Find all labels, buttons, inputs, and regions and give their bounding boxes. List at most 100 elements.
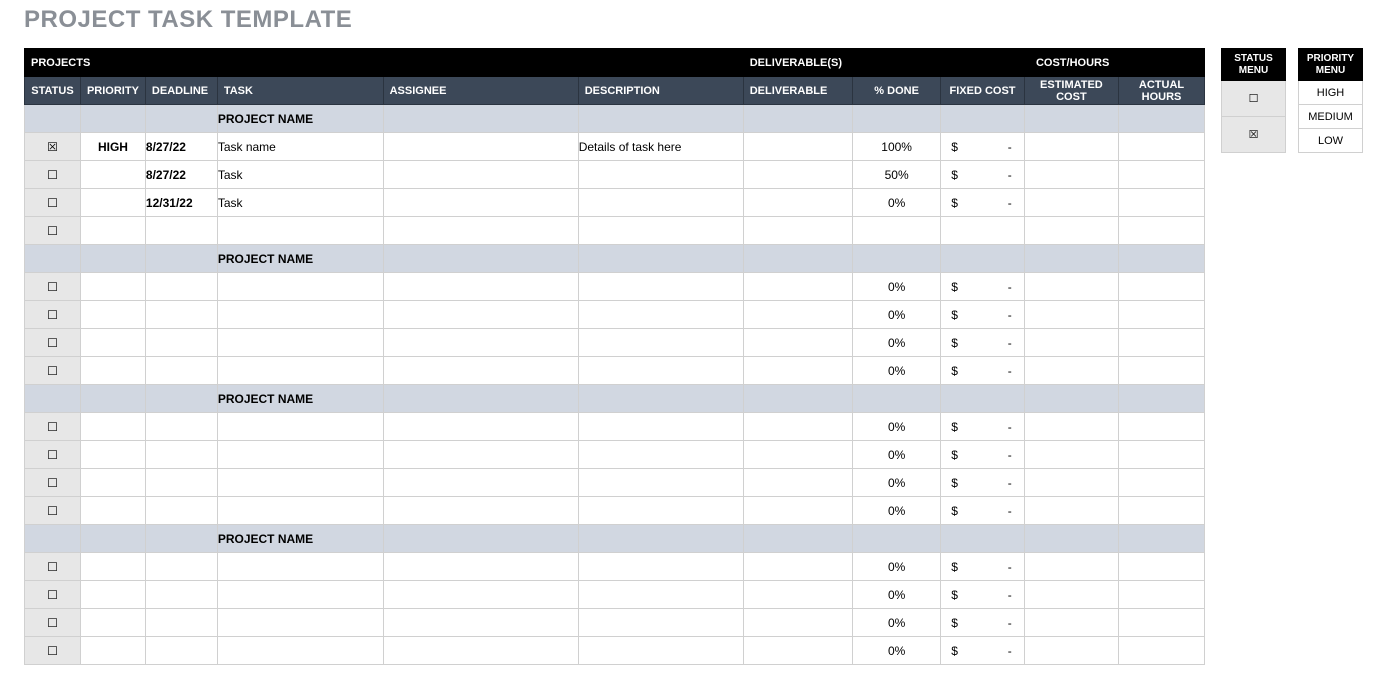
- deliverable-cell[interactable]: [743, 357, 852, 385]
- deadline-cell[interactable]: [145, 553, 217, 581]
- status-menu-item[interactable]: ☒: [1222, 117, 1286, 153]
- task-cell[interactable]: [217, 357, 383, 385]
- estimated-cost-cell[interactable]: [1024, 189, 1118, 217]
- status-checkbox[interactable]: ☒: [25, 133, 81, 161]
- description-cell[interactable]: [578, 413, 743, 441]
- assignee-cell[interactable]: [383, 189, 578, 217]
- priority-menu-item[interactable]: LOW: [1299, 129, 1363, 153]
- status-checkbox[interactable]: ☐: [25, 301, 81, 329]
- fixed-cost-cell[interactable]: $-: [941, 357, 1025, 385]
- deadline-cell[interactable]: [145, 441, 217, 469]
- task-cell[interactable]: [217, 609, 383, 637]
- percent-done-cell[interactable]: 0%: [852, 497, 940, 525]
- status-checkbox[interactable]: ☐: [25, 581, 81, 609]
- estimated-cost-cell[interactable]: [1024, 413, 1118, 441]
- fixed-cost-cell[interactable]: $-: [941, 637, 1025, 665]
- description-cell[interactable]: [578, 581, 743, 609]
- description-cell[interactable]: [578, 553, 743, 581]
- status-checkbox[interactable]: ☐: [25, 273, 81, 301]
- estimated-cost-cell[interactable]: [1024, 301, 1118, 329]
- assignee-cell[interactable]: [383, 637, 578, 665]
- priority-cell[interactable]: [80, 441, 145, 469]
- assignee-cell[interactable]: [383, 301, 578, 329]
- actual-hours-cell[interactable]: [1119, 469, 1205, 497]
- deadline-cell[interactable]: [145, 217, 217, 245]
- task-cell[interactable]: [217, 581, 383, 609]
- deadline-cell[interactable]: [145, 497, 217, 525]
- task-cell[interactable]: Task: [217, 161, 383, 189]
- fixed-cost-cell[interactable]: $-: [941, 413, 1025, 441]
- description-cell[interactable]: [578, 469, 743, 497]
- actual-hours-cell[interactable]: [1119, 133, 1205, 161]
- priority-cell[interactable]: [80, 497, 145, 525]
- description-cell[interactable]: [578, 189, 743, 217]
- assignee-cell[interactable]: [383, 273, 578, 301]
- estimated-cost-cell[interactable]: [1024, 637, 1118, 665]
- fixed-cost-cell[interactable]: [941, 217, 1025, 245]
- status-menu-item[interactable]: ☐: [1222, 81, 1286, 117]
- deadline-cell[interactable]: 12/31/22: [145, 189, 217, 217]
- percent-done-cell[interactable]: 0%: [852, 413, 940, 441]
- deadline-cell[interactable]: [145, 581, 217, 609]
- percent-done-cell[interactable]: 0%: [852, 329, 940, 357]
- priority-cell[interactable]: [80, 217, 145, 245]
- status-checkbox[interactable]: ☐: [25, 189, 81, 217]
- status-checkbox[interactable]: ☐: [25, 357, 81, 385]
- description-cell[interactable]: [578, 217, 743, 245]
- deliverable-cell[interactable]: [743, 497, 852, 525]
- description-cell[interactable]: [578, 609, 743, 637]
- priority-cell[interactable]: [80, 637, 145, 665]
- priority-cell[interactable]: [80, 273, 145, 301]
- priority-cell[interactable]: [80, 609, 145, 637]
- task-cell[interactable]: [217, 413, 383, 441]
- status-checkbox[interactable]: ☐: [25, 217, 81, 245]
- estimated-cost-cell[interactable]: [1024, 161, 1118, 189]
- actual-hours-cell[interactable]: [1119, 217, 1205, 245]
- fixed-cost-cell[interactable]: $-: [941, 273, 1025, 301]
- description-cell[interactable]: [578, 301, 743, 329]
- fixed-cost-cell[interactable]: $-: [941, 189, 1025, 217]
- deliverable-cell[interactable]: [743, 441, 852, 469]
- project-name-label[interactable]: PROJECT NAME: [217, 525, 383, 553]
- priority-cell[interactable]: HIGH: [80, 133, 145, 161]
- assignee-cell[interactable]: [383, 441, 578, 469]
- estimated-cost-cell[interactable]: [1024, 497, 1118, 525]
- priority-cell[interactable]: [80, 357, 145, 385]
- task-cell[interactable]: [217, 441, 383, 469]
- deadline-cell[interactable]: 8/27/22: [145, 133, 217, 161]
- actual-hours-cell[interactable]: [1119, 301, 1205, 329]
- deadline-cell[interactable]: [145, 357, 217, 385]
- project-name-label[interactable]: PROJECT NAME: [217, 385, 383, 413]
- priority-menu-item[interactable]: HIGH: [1299, 81, 1363, 105]
- assignee-cell[interactable]: [383, 553, 578, 581]
- assignee-cell[interactable]: [383, 469, 578, 497]
- percent-done-cell[interactable]: 0%: [852, 441, 940, 469]
- status-checkbox[interactable]: ☐: [25, 413, 81, 441]
- estimated-cost-cell[interactable]: [1024, 217, 1118, 245]
- deliverable-cell[interactable]: [743, 161, 852, 189]
- assignee-cell[interactable]: [383, 609, 578, 637]
- deliverable-cell[interactable]: [743, 413, 852, 441]
- description-cell[interactable]: [578, 637, 743, 665]
- deadline-cell[interactable]: [145, 609, 217, 637]
- actual-hours-cell[interactable]: [1119, 553, 1205, 581]
- status-checkbox[interactable]: ☐: [25, 497, 81, 525]
- deliverable-cell[interactable]: [743, 189, 852, 217]
- description-cell[interactable]: Details of task here: [578, 133, 743, 161]
- deliverable-cell[interactable]: [743, 581, 852, 609]
- priority-cell[interactable]: [80, 189, 145, 217]
- deadline-cell[interactable]: [145, 637, 217, 665]
- task-cell[interactable]: [217, 469, 383, 497]
- priority-cell[interactable]: [80, 301, 145, 329]
- status-checkbox[interactable]: ☐: [25, 553, 81, 581]
- estimated-cost-cell[interactable]: [1024, 609, 1118, 637]
- fixed-cost-cell[interactable]: $-: [941, 329, 1025, 357]
- status-checkbox[interactable]: ☐: [25, 329, 81, 357]
- deliverable-cell[interactable]: [743, 637, 852, 665]
- actual-hours-cell[interactable]: [1119, 357, 1205, 385]
- deliverable-cell[interactable]: [743, 273, 852, 301]
- assignee-cell[interactable]: [383, 357, 578, 385]
- fixed-cost-cell[interactable]: $-: [941, 441, 1025, 469]
- task-cell[interactable]: [217, 553, 383, 581]
- estimated-cost-cell[interactable]: [1024, 469, 1118, 497]
